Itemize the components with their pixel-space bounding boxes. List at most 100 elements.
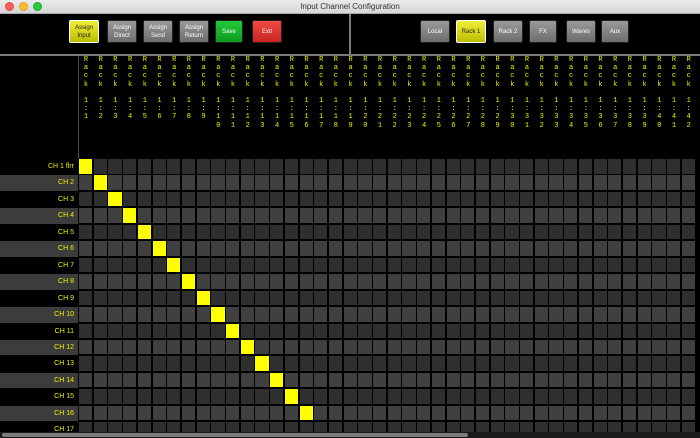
matrix-cell[interactable] [314, 389, 329, 405]
matrix-cell[interactable] [608, 290, 623, 307]
matrix-cell[interactable] [152, 307, 167, 323]
matrix-cell[interactable] [343, 241, 358, 257]
matrix-cell[interactable] [226, 241, 241, 257]
matrix-cell[interactable] [431, 372, 447, 389]
matrix-cell[interactable] [608, 191, 623, 208]
matrix-cell[interactable] [578, 274, 594, 290]
matrix-cell[interactable] [461, 208, 476, 224]
matrix-cell[interactable] [328, 257, 344, 274]
matrix-cell[interactable] [578, 290, 594, 307]
matrix-cell[interactable] [667, 356, 682, 372]
matrix-cell[interactable] [520, 208, 535, 224]
matrix-cell[interactable] [255, 241, 270, 257]
matrix-cell-assigned[interactable] [152, 241, 167, 257]
matrix-cell[interactable] [534, 257, 549, 274]
matrix-cell[interactable] [520, 323, 535, 339]
matrix-cell[interactable] [240, 405, 255, 422]
matrix-cell[interactable] [667, 307, 682, 323]
matrix-cell[interactable] [358, 323, 373, 339]
matrix-cell[interactable] [373, 208, 388, 224]
matrix-cell[interactable] [681, 208, 696, 224]
matrix-cell[interactable] [402, 159, 417, 175]
matrix-cell[interactable] [490, 274, 505, 290]
matrix-cell[interactable] [314, 274, 329, 290]
matrix-cell[interactable] [549, 191, 564, 208]
matrix-cell[interactable] [490, 257, 505, 274]
matrix-cell[interactable] [343, 323, 358, 339]
matrix-cell[interactable] [578, 405, 594, 422]
matrix-cell[interactable] [373, 323, 388, 339]
matrix-cell[interactable] [108, 274, 123, 290]
matrix-cell[interactable] [593, 323, 608, 339]
matrix-cell[interactable] [505, 323, 520, 339]
matrix-cell[interactable] [402, 274, 417, 290]
matrix-cell[interactable] [255, 339, 270, 356]
matrix-cell[interactable] [373, 356, 388, 372]
matrix-cell[interactable] [284, 241, 300, 257]
matrix-cell[interactable] [549, 356, 564, 372]
matrix-cell[interactable] [167, 224, 182, 241]
matrix-cell[interactable] [123, 241, 138, 257]
matrix-cell[interactable] [255, 307, 270, 323]
matrix-cell[interactable] [402, 241, 417, 257]
matrix-cell[interactable] [328, 241, 344, 257]
matrix-cell[interactable] [79, 356, 94, 372]
matrix-cell[interactable] [505, 175, 520, 191]
matrix-cell[interactable] [490, 307, 505, 323]
matrix-cell[interactable] [402, 290, 417, 307]
matrix-cell[interactable] [93, 257, 108, 274]
matrix-cell[interactable] [387, 323, 402, 339]
matrix-cell[interactable] [534, 159, 549, 175]
matrix-cell[interactable] [240, 257, 255, 274]
matrix-cell[interactable] [417, 372, 432, 389]
matrix-cell[interactable] [152, 191, 167, 208]
matrix-cell[interactable] [520, 356, 535, 372]
matrix-cell[interactable] [593, 405, 608, 422]
matrix-cell[interactable] [446, 405, 461, 422]
matrix-cell[interactable] [549, 290, 564, 307]
matrix-cell[interactable] [505, 372, 520, 389]
matrix-cell[interactable] [534, 389, 549, 405]
matrix-cell[interactable] [343, 405, 358, 422]
matrix-cell[interactable] [667, 274, 682, 290]
matrix-cell[interactable] [167, 389, 182, 405]
matrix-cell[interactable] [343, 339, 358, 356]
matrix-cell[interactable] [343, 175, 358, 191]
matrix-cell[interactable] [637, 323, 652, 339]
matrix-cell[interactable] [226, 224, 241, 241]
matrix-cell[interactable] [240, 372, 255, 389]
matrix-cell-assigned[interactable] [299, 405, 314, 422]
matrix-cell[interactable] [475, 307, 491, 323]
matrix-cell[interactable] [299, 323, 314, 339]
matrix-cell[interactable] [402, 339, 417, 356]
rack-1-button[interactable]: Rack 1 [456, 20, 486, 43]
matrix-cell[interactable] [402, 323, 417, 339]
matrix-cell[interactable] [284, 191, 300, 208]
matrix-cell[interactable] [431, 241, 447, 257]
matrix-cell[interactable] [461, 405, 476, 422]
matrix-cell-assigned[interactable] [211, 307, 226, 323]
matrix-cell[interactable] [622, 389, 638, 405]
matrix-cell[interactable] [108, 389, 123, 405]
matrix-cell[interactable] [343, 224, 358, 241]
matrix-cell[interactable] [328, 405, 344, 422]
matrix-cell[interactable] [490, 372, 505, 389]
matrix-cell[interactable] [270, 274, 285, 290]
matrix-cell[interactable] [328, 372, 344, 389]
matrix-cell[interactable] [681, 389, 696, 405]
waves-button[interactable]: Waves [566, 20, 596, 43]
matrix-cell[interactable] [387, 405, 402, 422]
matrix-cell[interactable] [505, 257, 520, 274]
matrix-cell[interactable] [226, 274, 241, 290]
matrix-cell[interactable] [240, 224, 255, 241]
matrix-cell[interactable] [152, 175, 167, 191]
matrix-cell[interactable] [652, 290, 667, 307]
matrix-cell[interactable] [79, 224, 94, 241]
matrix-cell[interactable] [167, 372, 182, 389]
matrix-cell[interactable] [93, 274, 108, 290]
matrix-cell[interactable] [373, 274, 388, 290]
matrix-cell[interactable] [196, 356, 211, 372]
matrix-cell[interactable] [167, 339, 182, 356]
matrix-cell[interactable] [461, 175, 476, 191]
matrix-cell[interactable] [593, 356, 608, 372]
